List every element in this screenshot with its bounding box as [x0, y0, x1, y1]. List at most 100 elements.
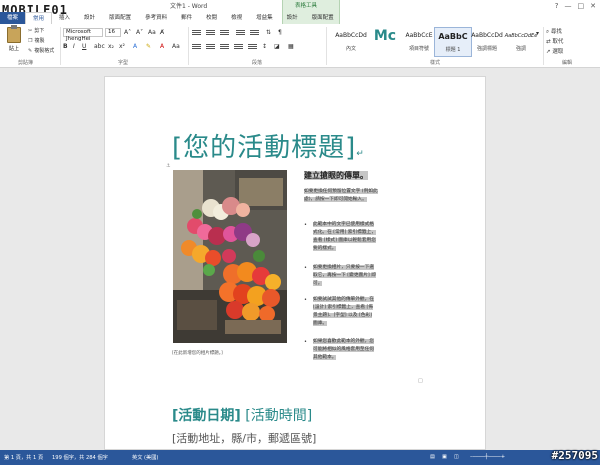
justify-icon[interactable]: [234, 44, 243, 52]
font-dialog-icon[interactable]: Aa: [172, 43, 180, 50]
clipboard-group-label: 剪貼簿: [18, 60, 34, 66]
tab-file[interactable]: 檔案: [0, 12, 26, 24]
numbering-icon[interactable]: [206, 30, 215, 38]
style-emphasis[interactable]: AaBbCcDdEe 強調: [502, 27, 540, 57]
event-date-line[interactable]: [活動日期] [活動時間]: [172, 405, 312, 425]
flower-photo[interactable]: [173, 170, 287, 343]
tab-home[interactable]: 常用: [25, 12, 53, 24]
bullet-text: 如要更換相片，只要按一下選取它，再按一下 [變更圖片] 即可。: [313, 265, 376, 286]
style-preview: AaBbCcE: [405, 32, 433, 39]
tab-table-layout[interactable]: 版面配置: [305, 12, 341, 24]
find-button[interactable]: ⌕ 尋找: [546, 27, 562, 36]
show-marks-icon[interactable]: ¶: [278, 29, 282, 36]
bullets-icon[interactable]: [192, 30, 201, 38]
line-spacing-icon[interactable]: ↕: [262, 43, 267, 50]
tab-layout[interactable]: 版面配置: [102, 12, 138, 24]
text-effects-icon[interactable]: A: [133, 43, 137, 50]
event-date: [活動日期]: [172, 408, 241, 424]
style-label: 項目符號: [408, 46, 429, 52]
style-preview: AaBbCcDdEe: [504, 33, 538, 39]
event-address[interactable]: [活動地址，縣/市，郵遞區號]: [172, 430, 316, 446]
change-case-icon[interactable]: Aa: [148, 29, 156, 36]
title-bar: MOBILE01 文件1 - Word 表格工具 ? — □ ✕ 檔案 常用 插…: [0, 0, 600, 24]
tab-insert[interactable]: 插入: [52, 12, 77, 24]
clear-format-icon[interactable]: A̸: [160, 29, 164, 36]
tab-table-design[interactable]: 設計: [280, 12, 305, 24]
paste-button[interactable]: 貼上: [3, 25, 25, 55]
bullet-text: 如要試試其他的傳單外觀，在 [設計] 索引標籤上，查看 [佈景主題]、[字型] …: [313, 297, 374, 326]
print-layout-icon[interactable]: ▣: [442, 454, 447, 460]
tab-view[interactable]: 檢視: [224, 12, 249, 24]
subscript-icon[interactable]: x₂: [108, 43, 114, 50]
increase-indent-icon[interactable]: [250, 30, 259, 38]
close-icon[interactable]: ✕: [590, 2, 596, 10]
style-preview: AaBbCcDd: [335, 32, 367, 39]
format-painter-label: 複製格式: [34, 48, 55, 54]
font-name-box[interactable]: Microsoft JhengHei: [63, 28, 103, 42]
bold-icon[interactable]: B: [63, 43, 68, 50]
copy-button[interactable]: ❐ 複製: [28, 37, 45, 44]
style-title[interactable]: Mc: [366, 27, 404, 57]
photo-caption[interactable]: [在此新增您的相片標題。]: [172, 350, 223, 356]
page-count[interactable]: 第 1 頁，共 1 頁: [4, 454, 43, 461]
read-mode-icon[interactable]: ▤: [430, 454, 435, 460]
borders-icon[interactable]: ▦: [288, 43, 294, 50]
tab-mailings[interactable]: 郵件: [174, 12, 199, 24]
sidebar-title: 建立搶眼的傳單。: [304, 170, 380, 181]
style-label: 標題 1: [445, 47, 461, 53]
grow-font-icon[interactable]: A˄: [124, 29, 131, 36]
multilevel-list-icon[interactable]: [220, 30, 229, 38]
sidebar-title-text: 建立搶眼的傳單。: [304, 171, 368, 180]
text-box-handle-icon[interactable]: □: [418, 378, 423, 384]
tab-design[interactable]: 設計: [77, 12, 102, 24]
language[interactable]: 英文 (美國): [132, 454, 158, 461]
italic-icon[interactable]: I: [73, 43, 75, 50]
select-button[interactable]: ➚ 選取: [546, 47, 563, 55]
distributed-icon[interactable]: [248, 44, 257, 52]
zoom-slider[interactable]: –────┼────+: [470, 454, 505, 460]
superscript-icon[interactable]: x²: [119, 43, 125, 50]
style-label: 強調標題: [476, 46, 497, 52]
divider: [188, 27, 189, 65]
minimize-icon[interactable]: —: [565, 2, 572, 10]
list-item-text: 如要試試其他的傳單外觀，在 [設計] 索引標籤上，查看 [佈景主題]、[字型] …: [313, 296, 377, 328]
help-icon[interactable]: ?: [555, 2, 559, 10]
sort-icon[interactable]: ⇅: [266, 29, 271, 36]
editing-group-label: 編輯: [562, 60, 573, 66]
styles-scroll-icon[interactable]: ▾: [536, 30, 539, 37]
list-item-text: 如要更換相片，只要按一下選取它，再按一下 [變更圖片] 即可。: [313, 264, 377, 288]
format-painter-button[interactable]: ✎ 複製格式: [28, 47, 54, 54]
event-time: [活動時間]: [245, 408, 313, 424]
context-tab-label: 表格工具: [295, 3, 318, 9]
cut-button[interactable]: ✂ 剪下: [28, 27, 44, 34]
tab-references[interactable]: 參考資料: [138, 12, 174, 24]
decrease-indent-icon[interactable]: [236, 30, 245, 38]
tab-review[interactable]: 校閱: [199, 12, 224, 24]
word-count[interactable]: 199 個字，共 284 個字: [52, 454, 108, 461]
web-layout-icon[interactable]: ◫: [454, 454, 459, 460]
style-heading-1[interactable]: AaBbC 標題 1: [434, 27, 472, 57]
font-size-box[interactable]: 16: [105, 28, 121, 37]
font-color-icon[interactable]: A: [160, 43, 164, 50]
shrink-font-icon[interactable]: A˅: [136, 29, 143, 36]
tab-addins[interactable]: 增益集: [249, 12, 280, 24]
maximize-icon[interactable]: □: [578, 2, 585, 10]
clipboard-icon: [7, 25, 21, 43]
replace-button[interactable]: ⇄ 取代: [546, 37, 563, 45]
sidebar-text-box[interactable]: 建立搶眼的傳單。 如要更換任何預留位置文字 (例如此處)，請按一下即可開始輸入。…: [304, 170, 378, 380]
underline-icon[interactable]: U: [82, 43, 86, 50]
style-normal[interactable]: AaBbCcDd 內文: [332, 27, 370, 57]
style-list-bullet[interactable]: AaBbCcE 項目符號: [400, 27, 438, 57]
shading-icon[interactable]: ◪: [274, 43, 280, 50]
style-intense-heading[interactable]: AaBbCcDd 強調標題: [468, 27, 506, 57]
strikethrough-icon[interactable]: abc: [94, 43, 105, 50]
align-right-icon[interactable]: [220, 44, 229, 52]
list-item-text: 如果您喜歡此範本的外觀，您可能將相似的風格套用至任何其他範本。: [313, 338, 377, 362]
highlight-icon[interactable]: ✎: [146, 43, 151, 50]
align-center-icon[interactable]: [206, 44, 215, 52]
align-left-icon[interactable]: [192, 44, 201, 52]
find-label: 尋找: [550, 29, 562, 35]
flyer-heading[interactable]: [您的活動標題]↵: [172, 127, 365, 164]
ribbon: 貼上 ✂ 剪下 ❐ 複製 ✎ 複製格式 剪貼簿 Microsoft JhengHei …: [0, 24, 600, 68]
replace-label: 取代: [552, 39, 564, 45]
